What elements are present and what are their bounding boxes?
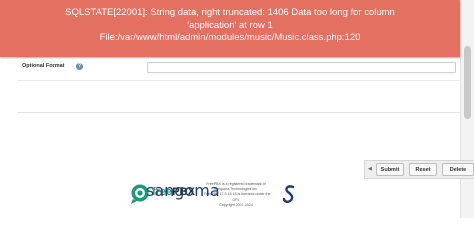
sangoma-wordmark[interactable]: sangoma (146, 181, 220, 200)
error-line-2: 'application' at row 1 (187, 19, 273, 31)
sangoma-logo-icon[interactable] (282, 184, 298, 206)
scrollbar-thumb[interactable] (464, 46, 471, 119)
reset-button[interactable]: Reset (409, 163, 437, 176)
delete-button[interactable]: Delete (442, 163, 474, 176)
optional-format-input[interactable] (147, 62, 456, 73)
scrollbar[interactable] (460, 0, 474, 218)
help-icon[interactable]: ? (76, 63, 83, 70)
collapse-arrow-icon[interactable]: ◀ (368, 166, 372, 172)
footer: freePBX FreePBX is a registered trademar… (130, 180, 380, 218)
error-banner: SQLSTATE[22001]: String data, right trun… (0, 0, 460, 57)
error-line-1: SQLSTATE[22001]: String data, right trun… (65, 7, 395, 18)
error-line-3: File:/var/www/html/admin/modules/music/M… (99, 32, 361, 43)
optional-format-row: Optional Format ? (17, 57, 460, 81)
action-bar: ◀ Submit Reset Delete (364, 160, 474, 179)
submit-button[interactable]: Submit (376, 163, 404, 176)
optional-format-label: Optional Format (22, 63, 65, 69)
legal-line-5: Copyright 2007-2024 (219, 202, 253, 207)
